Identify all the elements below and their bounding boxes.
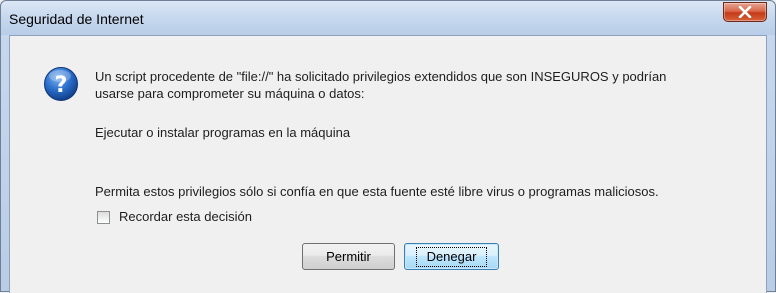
remember-checkbox[interactable] [97,211,110,224]
question-icon: ? [44,67,78,101]
message-line-1: Un script procedente de "file://" ha sol… [95,69,667,84]
title-bar[interactable]: Seguridad de Internet [1,1,775,35]
allow-button[interactable]: Permitir [302,243,395,270]
deny-button-label: Denegar [415,246,488,267]
warning-text: Permita estos privilegios sólo si confía… [95,184,659,199]
privilege-text: Ejecutar o instalar programas en la máqu… [95,125,351,140]
close-button[interactable] [723,2,767,22]
close-icon [738,6,752,18]
message-line-2: usarse para comprometer su máquina o dat… [95,86,365,101]
remember-label[interactable]: Recordar esta decisión [119,209,252,224]
svg-text:?: ? [55,73,68,98]
deny-button[interactable]: Denegar [404,243,499,270]
allow-button-label: Permitir [326,249,371,264]
window-title: Seguridad de Internet [9,11,144,27]
